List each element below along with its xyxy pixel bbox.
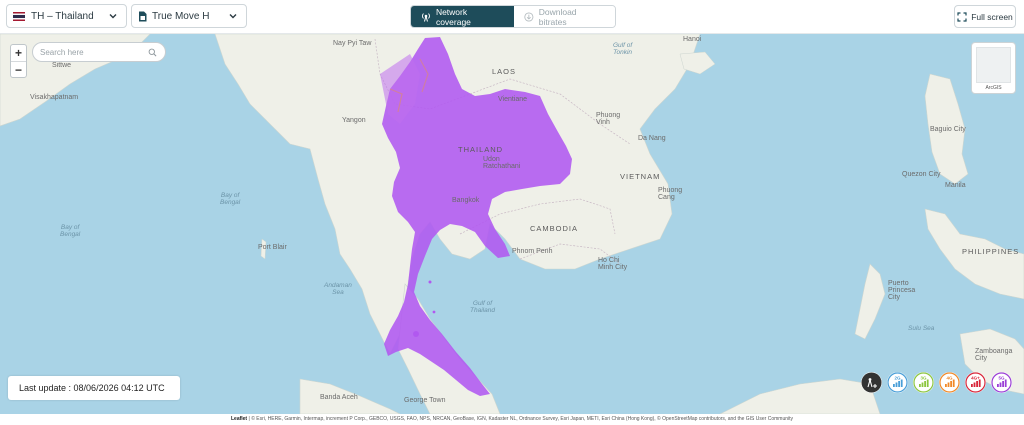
operator-select[interactable]: True Move H (131, 4, 247, 28)
operator-select-label: True Move H (152, 10, 210, 22)
tech-filter-4g-plus[interactable]: 4G+ (965, 372, 986, 393)
map-label: Da Nang (638, 135, 666, 142)
tech-filter-all[interactable] (861, 372, 882, 393)
antenna-icon (422, 12, 430, 22)
basemap-thumbnail (976, 47, 1011, 83)
zoom-in-button[interactable]: + (11, 45, 26, 61)
chevron-down-icon (229, 14, 237, 19)
map-label: Yangon (342, 117, 366, 124)
map-label: Phuong Vinh (596, 112, 621, 126)
map-search-box (32, 42, 166, 62)
map-label: VIETNAM (620, 172, 661, 181)
basemap-label: ArcGIS (985, 85, 1002, 91)
map-label: Sittwe (52, 62, 72, 69)
zoom-control: + − (10, 44, 27, 78)
map-label: Nay Pyi Taw (333, 40, 372, 47)
basemap-switcher[interactable]: ArcGIS (971, 42, 1016, 94)
map-label: Andaman Sea (324, 282, 352, 296)
map-label: Gulf of Thailand (470, 300, 495, 314)
top-toolbar: TH – Thailand True Move H Network covera… (0, 0, 1024, 34)
map-label: Quezon City (902, 171, 941, 178)
chevron-down-icon (109, 14, 117, 19)
tech-filter-4g[interactable]: 4G (939, 372, 960, 393)
search-input[interactable] (40, 47, 144, 57)
fullscreen-button[interactable]: Full screen (954, 5, 1016, 28)
thailand-flag-icon (13, 11, 25, 21)
tech-filter-2g-label: 2G (894, 376, 901, 381)
map-label: Udon Ratchathani (483, 156, 521, 170)
sim-card-icon (139, 11, 147, 21)
signal-3g-icon: 3G (913, 372, 934, 393)
last-update-badge: Last update : 08/06/2026 04:12 UTC (8, 376, 180, 400)
map-attribution: Leaflet | © Esri, HERE, Garmin, Intermap… (0, 414, 1024, 425)
tech-filter-5g-label: 5G (998, 376, 1005, 381)
download-bitrates-label: Download bitrates (538, 6, 577, 27)
map-label: Bay of Bengal (220, 192, 241, 206)
map-label: Manila (945, 182, 966, 189)
tech-filter-3g[interactable]: 3G (913, 372, 934, 393)
map-label: Visakhapatnam (30, 94, 79, 101)
zoom-out-button[interactable]: − (11, 61, 26, 77)
map-label: Sulu Sea (908, 325, 935, 332)
download-circle-icon (524, 11, 534, 22)
map-label: PHILIPPINES (962, 247, 1020, 256)
network-coverage-label: Network coverage (435, 6, 471, 27)
map-label: Port Blair (258, 244, 287, 251)
country-select-label: TH – Thailand (31, 10, 94, 22)
view-mode-toggle: Network coverage Download bitrates (410, 5, 616, 28)
signal-4g-plus-icon: 4G+ (965, 372, 986, 393)
map-label: Zamboanga City (975, 348, 1013, 362)
map-label: Hanoi (683, 36, 702, 43)
map-label: George Town (404, 397, 446, 404)
all-networks-icon (861, 372, 882, 393)
attribution-text: | © Esri, HERE, Garmin, Intermap, increm… (248, 416, 794, 422)
signal-5g-icon: 5G (991, 372, 1012, 393)
map-label: Phnom Penh (512, 248, 553, 255)
country-select[interactable]: TH – Thailand (6, 4, 127, 28)
tech-filter-3g-label: 3G (920, 376, 927, 381)
coverage-map[interactable]: Nay Pyi Taw Hanoi Gulf of Tonkin Sittwe … (0, 34, 1024, 414)
expand-icon (957, 11, 967, 22)
map-label: Bay of Bengal (60, 224, 81, 238)
technology-filters: 2G 3G 4G 4G+ 5G (856, 372, 1012, 393)
map-label: Phuong Cang (658, 187, 683, 201)
map-label: Ho Chi Minh City (598, 257, 628, 271)
network-coverage-tab[interactable]: Network coverage (411, 6, 514, 27)
basemap (0, 34, 1024, 414)
download-bitrates-tab[interactable]: Download bitrates (514, 6, 615, 27)
map-label: THAILAND (458, 145, 504, 154)
map-label: Gulf of Tonkin (613, 42, 633, 56)
search-icon[interactable] (148, 48, 157, 57)
signal-4g-icon: 4G (939, 372, 960, 393)
map-label: Banda Aceh (320, 394, 358, 401)
map-label: Baguio City (930, 126, 966, 133)
map-label: Vientiane (498, 96, 528, 103)
leaflet-link[interactable]: Leaflet (231, 416, 247, 422)
map-label: Puerto Princesa City (888, 280, 916, 301)
signal-2g-icon: 2G (887, 372, 908, 393)
tech-filter-2g[interactable]: 2G (887, 372, 908, 393)
map-label: CAMBODIA (530, 224, 579, 233)
fullscreen-label: Full screen (971, 11, 1013, 22)
map-label: Bangkok (452, 197, 480, 204)
app: TH – Thailand True Move H Network covera… (0, 0, 1024, 425)
tech-filter-4g-label: 4G (946, 376, 953, 381)
tech-filter-5g[interactable]: 5G (991, 372, 1012, 393)
map-label: LAOS (492, 67, 517, 76)
